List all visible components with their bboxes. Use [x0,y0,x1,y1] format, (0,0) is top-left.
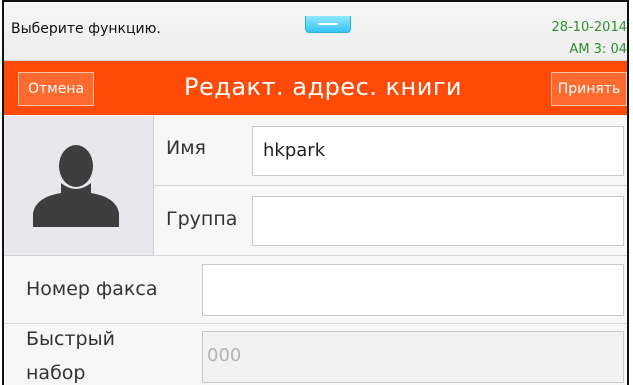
title-bar: Отмена Редакт. адрес. книги Принять [4,61,627,115]
status-time: AM 3: 04 [569,42,627,57]
group-field[interactable] [252,196,624,246]
name-row: Имя hkpark [154,116,627,186]
cancel-button[interactable]: Отмена [18,72,94,106]
fax-label: Номер факса [26,278,158,300]
group-row: Группа [154,186,627,256]
status-date: 28-10-2014 [551,20,627,35]
group-label: Группа [166,208,238,230]
speed-dial-label-line1: Быстрый [26,328,115,350]
status-prompt: Выберите функцию. [11,21,161,37]
fax-row: Номер факса [4,256,627,324]
speed-dial-field[interactable]: 000 [202,331,624,383]
screen-frame: Выберите функцию. 28-10-2014 AM 3: 04 От… [2,0,629,385]
avatar-cell[interactable] [4,116,154,256]
accept-button[interactable]: Принять [551,72,627,106]
page-title: Редакт. адрес. книги [184,73,463,101]
person-avatar-icon [33,145,119,227]
status-bar: Выберите функцию. 28-10-2014 AM 3: 04 [4,2,627,61]
speed-dial-label-line2: набор [26,362,86,384]
handle-grip [318,23,338,25]
drag-handle-icon[interactable] [305,16,351,33]
name-field[interactable]: hkpark [252,126,624,176]
fax-number-field[interactable] [202,264,624,316]
name-label: Имя [166,137,206,159]
speed-dial-row: Быстрый набор 000 [4,324,627,385]
